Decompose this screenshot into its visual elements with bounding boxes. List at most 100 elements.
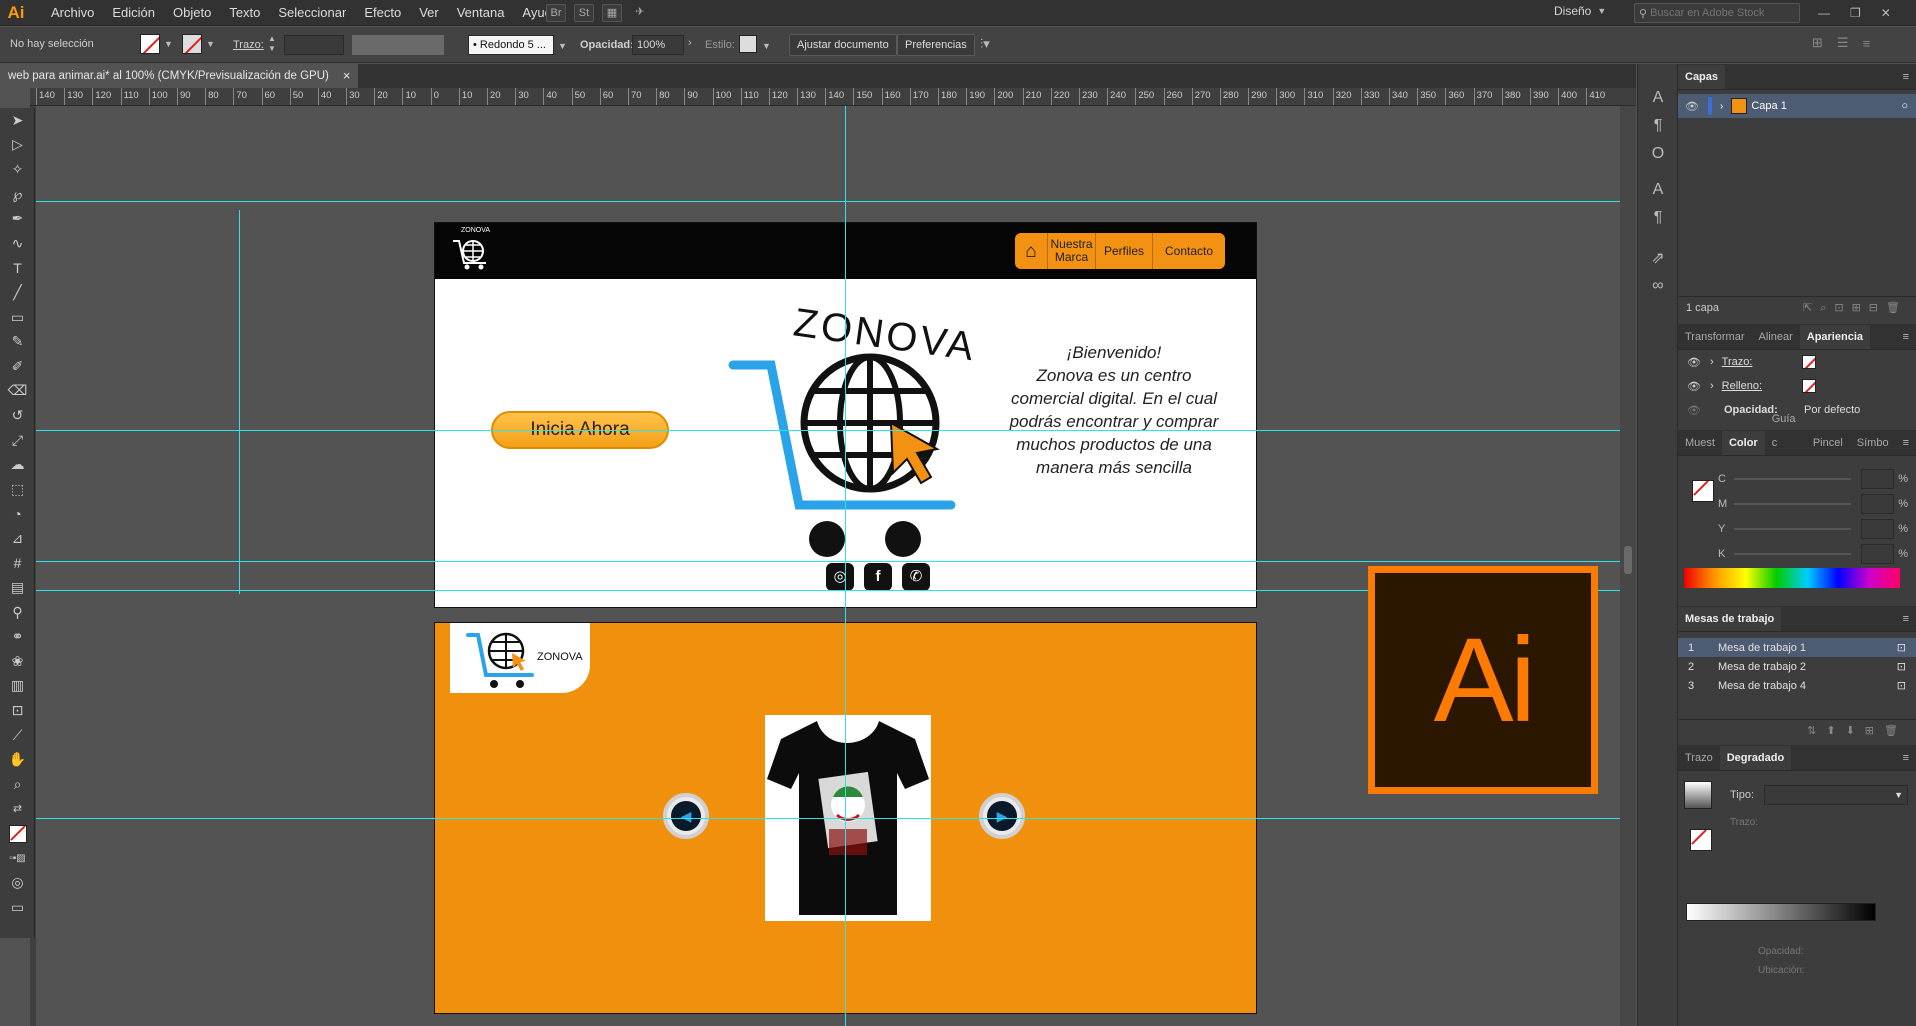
artboard-icon[interactable]: ⊡	[0, 698, 35, 723]
carousel-prev-button[interactable]: ◀	[663, 793, 709, 839]
document-tab[interactable]: web para animar.ai* al 100% (CMYK/Previs…	[0, 64, 359, 88]
tab-degradado[interactable]: Degradado	[1719, 746, 1792, 770]
tab-trazo[interactable]: Trazo	[1678, 746, 1720, 770]
perspective-icon[interactable]: ⊿	[0, 526, 35, 551]
guide-line[interactable]	[36, 430, 1636, 431]
tab-mesas-de-trabajo[interactable]: Mesas de trabajo	[1678, 607, 1782, 631]
appearance-fill-row[interactable]: 👁 › Relleno:	[1678, 374, 1916, 398]
tab-simbolos[interactable]: Símbo	[1850, 431, 1896, 455]
stock-button[interactable]: St	[574, 4, 594, 22]
stroke-label[interactable]: Trazo:	[233, 39, 264, 51]
minimize-icon[interactable]: —	[1818, 6, 1830, 20]
curvature-icon[interactable]: ∿	[0, 231, 35, 256]
appearance-stroke-label[interactable]: Trazo:	[1722, 356, 1802, 368]
nav-contacto[interactable]: Contacto	[1152, 233, 1225, 269]
illustrator-badge[interactable]: Ai	[1368, 566, 1598, 794]
artboard-list-item[interactable]: 1 Mesa de trabajo 1 ⊡	[1678, 638, 1916, 657]
draw-mode-icon[interactable]: ◎	[0, 870, 35, 895]
guide-line[interactable]	[36, 201, 1636, 202]
scale-icon[interactable]: ⤢	[0, 428, 35, 453]
guide-line[interactable]	[36, 561, 1636, 562]
canvas[interactable]: ZONOVA ⌂ Nuestra Marca Perfiles Contacto…	[36, 106, 1636, 1026]
chevron-down-icon[interactable]: ▼	[762, 41, 771, 51]
menu-archivo[interactable]: Archivo	[42, 0, 103, 26]
character-styles-icon[interactable]: A	[1638, 176, 1678, 204]
artboard-name[interactable]: Mesa de trabajo 1	[1718, 642, 1806, 654]
layer-name[interactable]: Capa 1	[1751, 100, 1786, 112]
swap-colors-icon[interactable]: ⇄	[0, 797, 35, 822]
chevron-down-icon[interactable]: ▼	[206, 39, 215, 49]
artboard-name[interactable]: Mesa de trabajo 2	[1718, 661, 1806, 673]
artboard-options-icon[interactable]: ⊡	[1897, 660, 1906, 673]
warp-icon[interactable]: ☁	[0, 452, 35, 477]
horizontal-ruler[interactable]: 140 130 120 110 100 90 80 70 60 50 40 30 20 10 0 10 20 30…	[30, 88, 1636, 106]
align-options-icon[interactable]: ⫶▾	[980, 36, 990, 52]
target-circle-icon[interactable]: ○	[1901, 100, 1908, 112]
slider-m[interactable]: M%	[1718, 491, 1908, 516]
panel-menu-icon[interactable]: ≡	[1896, 607, 1916, 631]
panel-menu-icon[interactable]: ≡	[1896, 65, 1916, 89]
gradient-type-select[interactable]: ▼	[1764, 785, 1908, 805]
tab-guia-color[interactable]: Guía c	[1765, 407, 1806, 455]
artboard-options-icon[interactable]: ⊡	[1897, 641, 1906, 654]
tab-transformar[interactable]: Transformar	[1678, 325, 1752, 349]
menu-efecto[interactable]: Efecto	[355, 0, 410, 26]
direct-selection-icon[interactable]: ▷	[0, 133, 35, 158]
color-mode-icon[interactable]: ▫▪▨	[0, 846, 35, 871]
stroke-stepper[interactable]: ▲ ▼	[268, 34, 280, 56]
menu-ventana[interactable]: Ventana	[448, 0, 514, 26]
gradient-slider[interactable]	[1686, 903, 1876, 921]
expand-chevron-icon[interactable]: ›	[1710, 356, 1714, 368]
layers-footer-icons[interactable]: ⇱⌕⊡⊞⊟🗑	[1803, 301, 1908, 315]
appearance-fill-label[interactable]: Relleno:	[1722, 380, 1802, 392]
export-icon[interactable]: ⇗	[1638, 244, 1678, 272]
chevron-down-icon[interactable]: ▼	[558, 41, 567, 51]
symbol-sprayer-icon[interactable]: ❀	[0, 649, 35, 674]
guide-line[interactable]	[845, 106, 846, 1026]
artboard-list-item[interactable]: 2 Mesa de trabajo 2 ⊡	[1678, 657, 1916, 676]
shaper-icon[interactable]: ✐	[0, 354, 35, 379]
tab-capas[interactable]: Capas	[1678, 65, 1726, 89]
whatsapp-icon[interactable]: ✆	[902, 563, 930, 591]
free-transform-icon[interactable]: ⬚	[0, 477, 35, 502]
color-spectrum[interactable]	[1684, 568, 1900, 588]
stroke-control[interactable]: ▼	[182, 34, 215, 54]
preferences-button[interactable]: Preferencias	[897, 34, 975, 56]
magic-wand-icon[interactable]: ✧	[0, 157, 35, 182]
menu-ver[interactable]: Ver	[410, 0, 448, 26]
opentype-panel-icon[interactable]: O	[1638, 140, 1678, 168]
layer-row[interactable]: 👁 › Capa 1 ○	[1678, 94, 1916, 118]
slice-icon[interactable]: ⟋	[0, 723, 35, 748]
nav-perfiles[interactable]: Perfiles	[1095, 233, 1152, 269]
artboard-list-item[interactable]: 3 Mesa de trabajo 4 ⊡	[1678, 676, 1916, 695]
variable-width-profile[interactable]	[352, 35, 444, 55]
rotate-icon[interactable]: ↺	[0, 403, 35, 428]
graph-icon[interactable]: ▥	[0, 674, 35, 699]
nav-home[interactable]: ⌂	[1015, 233, 1047, 269]
links-icon[interactable]: ∞	[1638, 272, 1678, 300]
opacity-field[interactable]: 100%	[632, 35, 684, 55]
appearance-stroke-row[interactable]: 👁 › Trazo:	[1678, 350, 1916, 374]
paragraph-panel-icon[interactable]: ¶	[1638, 112, 1678, 140]
visibility-eye-icon[interactable]: 👁	[1686, 404, 1702, 417]
panel-menu-icon[interactable]: ≡	[1896, 746, 1916, 770]
eyedropper-icon[interactable]: ⚲	[0, 600, 35, 625]
menu-icon[interactable]: ≡	[1863, 36, 1871, 51]
artboard-options-icon[interactable]: ⊡	[1897, 679, 1906, 692]
selection-tool-icon[interactable]: ➤	[0, 108, 35, 133]
artboard-name[interactable]: Mesa de trabajo 4	[1718, 680, 1806, 692]
opacity-label[interactable]: Opacidad:	[580, 39, 634, 51]
slider-track[interactable]	[1733, 477, 1851, 480]
fill-swatch[interactable]	[140, 34, 160, 54]
instagram-icon[interactable]: ◎	[826, 563, 854, 591]
gpu-performance-icon[interactable]: ✈	[630, 4, 650, 22]
workspace-switcher[interactable]: Diseño ▼	[1554, 4, 1606, 18]
channel-y-field[interactable]	[1860, 518, 1895, 539]
menu-objeto[interactable]: Objeto	[164, 0, 220, 26]
panel-menu-icon[interactable]: ≡	[1896, 325, 1916, 349]
fill-control[interactable]: ▼	[140, 34, 173, 54]
fit-document-button[interactable]: Ajustar documento	[789, 34, 897, 56]
restore-icon[interactable]: ❐	[1850, 6, 1861, 20]
nav-nuestra-marca[interactable]: Nuestra Marca	[1047, 233, 1095, 269]
slider-k[interactable]: K%	[1718, 541, 1908, 566]
